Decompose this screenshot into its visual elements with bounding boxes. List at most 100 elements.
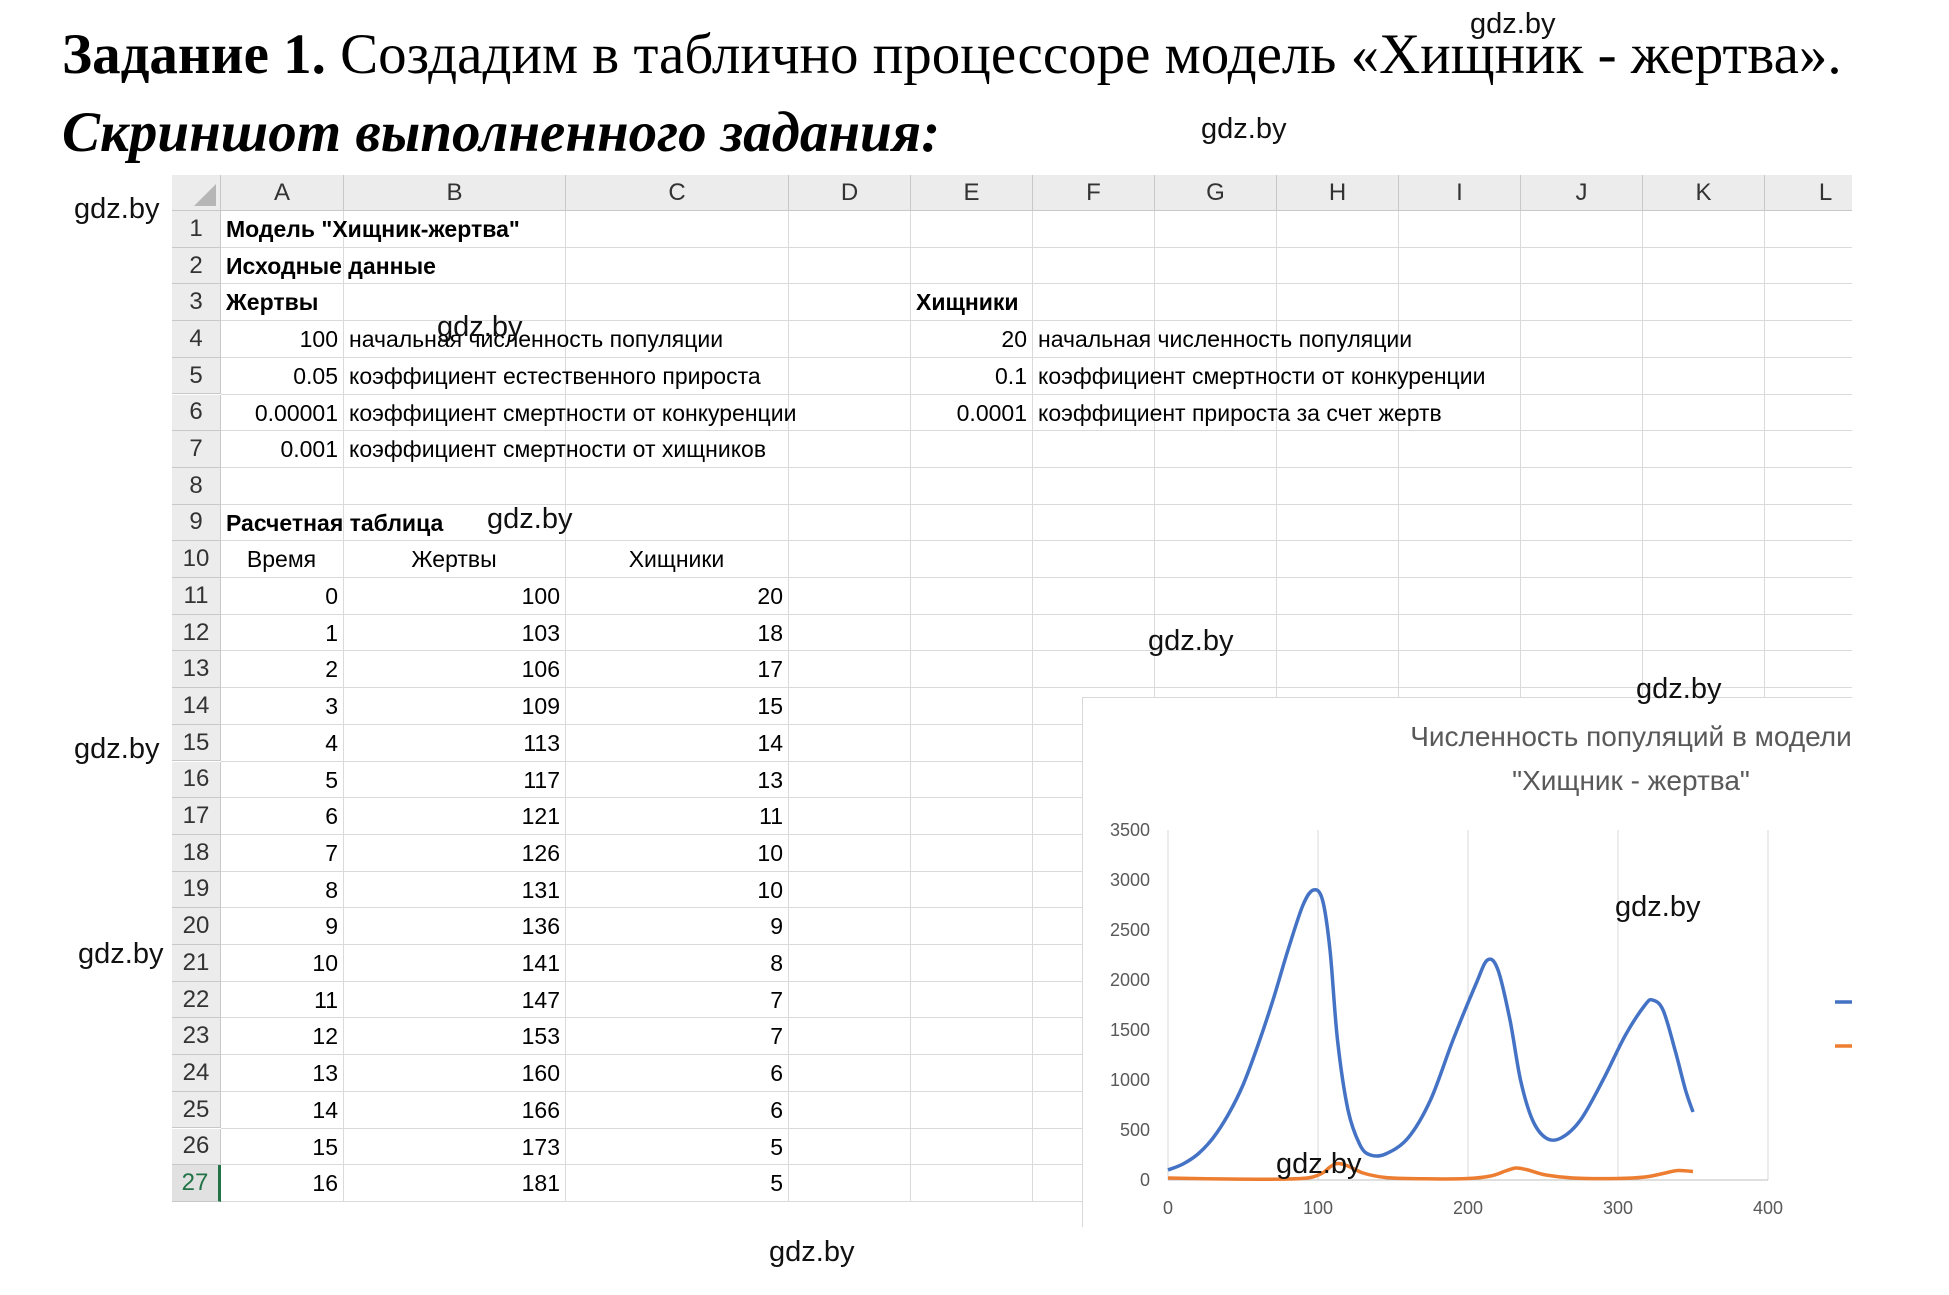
cell-table-value[interactable]: 13: [570, 762, 783, 798]
cell-table-value[interactable]: 7: [570, 982, 783, 1018]
column-header-c[interactable]: C: [566, 175, 789, 211]
row-header-2[interactable]: 2: [172, 247, 221, 285]
row-header-6[interactable]: 6: [172, 394, 221, 432]
cell-table-value[interactable]: 131: [348, 872, 560, 908]
cell-table-value[interactable]: 11: [570, 798, 783, 834]
cell-table-value[interactable]: 1: [225, 615, 338, 651]
cell-table-value[interactable]: 3: [225, 688, 338, 724]
cell-table-value[interactable]: 113: [348, 725, 560, 761]
cell-table-value[interactable]: 5: [570, 1129, 783, 1165]
row-header-26[interactable]: 26: [172, 1128, 221, 1166]
cell-table-value[interactable]: 6: [570, 1055, 783, 1091]
cell-prey-param-value[interactable]: 0.001: [225, 431, 338, 467]
cell-table-value[interactable]: 11: [225, 982, 338, 1018]
cell-table-value[interactable]: 117: [348, 762, 560, 798]
cell-table-value[interactable]: 166: [348, 1092, 560, 1128]
cell-predator-param-label[interactable]: коэффициент прироста за счет жертв: [1038, 395, 1442, 431]
row-header-12[interactable]: 12: [172, 614, 221, 652]
cell-table-value[interactable]: 17: [570, 651, 783, 687]
cell-table-value[interactable]: 18: [570, 615, 783, 651]
row-header-14[interactable]: 14: [172, 688, 221, 725]
cell-prey-param-value[interactable]: 0.05: [225, 358, 338, 394]
cell-table-value[interactable]: 4: [225, 725, 338, 761]
cell-predator-param-value[interactable]: 0.0001: [915, 395, 1027, 431]
cell-table-value[interactable]: 15: [570, 688, 783, 724]
row-header-23[interactable]: 23: [172, 1018, 221, 1056]
cell-prey-param-label[interactable]: коэффициент смертности от конкуренции: [349, 395, 796, 431]
column-header-g[interactable]: G: [1155, 175, 1277, 211]
row-header-13[interactable]: 13: [172, 651, 221, 689]
row-header-3[interactable]: 3: [172, 284, 221, 322]
cell-predator-param-value[interactable]: 0.1: [915, 358, 1027, 394]
cell-table-value[interactable]: 160: [348, 1055, 560, 1091]
cell-table-value[interactable]: 10: [570, 835, 783, 871]
cell-table-value[interactable]: 5: [225, 762, 338, 798]
select-all-corner[interactable]: [172, 175, 221, 211]
column-header-f[interactable]: F: [1033, 175, 1155, 211]
cell-table-value[interactable]: 153: [348, 1018, 560, 1054]
column-header-i[interactable]: I: [1399, 175, 1521, 211]
cell-predator-param-label[interactable]: коэффициент смертности от конкуренции: [1038, 358, 1485, 394]
cell-table-value[interactable]: 14: [225, 1092, 338, 1128]
cell-table-value[interactable]: 8: [225, 872, 338, 908]
row-header-21[interactable]: 21: [172, 945, 221, 982]
cell-table-value[interactable]: 181: [348, 1165, 560, 1201]
row-header-19[interactable]: 19: [172, 871, 221, 909]
cell-table-value[interactable]: 136: [348, 908, 560, 944]
cell-predator-header[interactable]: Хищники: [916, 284, 1019, 320]
cell-predator-param-value[interactable]: 20: [915, 321, 1027, 357]
cell-table-value[interactable]: 6: [225, 798, 338, 834]
cell-initial-data-header[interactable]: Исходные данные: [226, 248, 436, 284]
cell-table-value[interactable]: 6: [570, 1092, 783, 1128]
row-header-8[interactable]: 8: [172, 467, 221, 505]
column-header-b[interactable]: B: [344, 175, 566, 211]
cell-table-header[interactable]: Время: [225, 541, 338, 577]
cell-table-value[interactable]: 15: [225, 1129, 338, 1165]
cell-table-value[interactable]: 16: [225, 1165, 338, 1201]
row-header-15[interactable]: 15: [172, 724, 221, 762]
cell-table-value[interactable]: 13: [225, 1055, 338, 1091]
cell-table-value[interactable]: 173: [348, 1129, 560, 1165]
column-header-l[interactable]: L: [1765, 175, 1852, 211]
cell-table-value[interactable]: 20: [570, 578, 783, 614]
row-header-1[interactable]: 1: [172, 211, 221, 248]
cell-table-value[interactable]: 5: [570, 1165, 783, 1201]
column-header-h[interactable]: H: [1277, 175, 1399, 211]
cell-table-value[interactable]: 109: [348, 688, 560, 724]
row-header-10[interactable]: 10: [172, 541, 221, 578]
row-header-18[interactable]: 18: [172, 834, 221, 872]
cell-table-header[interactable]: Хищники: [570, 541, 783, 577]
cell-table-value[interactable]: 106: [348, 651, 560, 687]
cell-table-value[interactable]: 7: [570, 1018, 783, 1054]
row-header-9[interactable]: 9: [172, 504, 221, 542]
cell-table-value[interactable]: 8: [570, 945, 783, 981]
cell-prey-header[interactable]: Жертвы: [226, 284, 318, 320]
cell-table-value[interactable]: 0: [225, 578, 338, 614]
cell-table-value[interactable]: 10: [225, 945, 338, 981]
column-header-d[interactable]: D: [789, 175, 911, 211]
row-header-24[interactable]: 24: [172, 1055, 221, 1092]
cell-model-title[interactable]: Модель "Хищник-жертва": [226, 211, 520, 247]
column-header-e[interactable]: E: [911, 175, 1033, 211]
cell-table-value[interactable]: 14: [570, 725, 783, 761]
cell-table-value[interactable]: 9: [570, 908, 783, 944]
cell-table-value[interactable]: 10: [570, 872, 783, 908]
row-header-11[interactable]: 11: [172, 578, 221, 615]
cell-table-value[interactable]: 141: [348, 945, 560, 981]
cell-table-value[interactable]: 103: [348, 615, 560, 651]
column-header-a[interactable]: A: [221, 175, 344, 211]
cell-table-value[interactable]: 121: [348, 798, 560, 834]
population-chart[interactable]: Численность популяций в модели "Хищник - …: [1082, 697, 1852, 1227]
spreadsheet[interactable]: A B C D E F G H I J K L 1 2 3 4 5 6 7 8 9 10 11 12 13 14 15 16 17 18 1…: [172, 175, 1852, 1227]
row-header-5[interactable]: 5: [172, 357, 221, 395]
cell-prey-param-label[interactable]: коэффициент естественного прироста: [349, 358, 761, 394]
cell-table-value[interactable]: 2: [225, 651, 338, 687]
row-header-16[interactable]: 16: [172, 761, 221, 799]
cell-table-header[interactable]: Жертвы: [348, 541, 560, 577]
row-header-17[interactable]: 17: [172, 798, 221, 835]
cell-prey-param-value[interactable]: 0.00001: [225, 395, 338, 431]
cell-predator-param-label[interactable]: начальная численность популяции: [1038, 321, 1412, 357]
cell-table-value[interactable]: 100: [348, 578, 560, 614]
cell-prey-param-label[interactable]: коэффициент смертности от хищников: [349, 431, 766, 467]
cell-table-value[interactable]: 7: [225, 835, 338, 871]
